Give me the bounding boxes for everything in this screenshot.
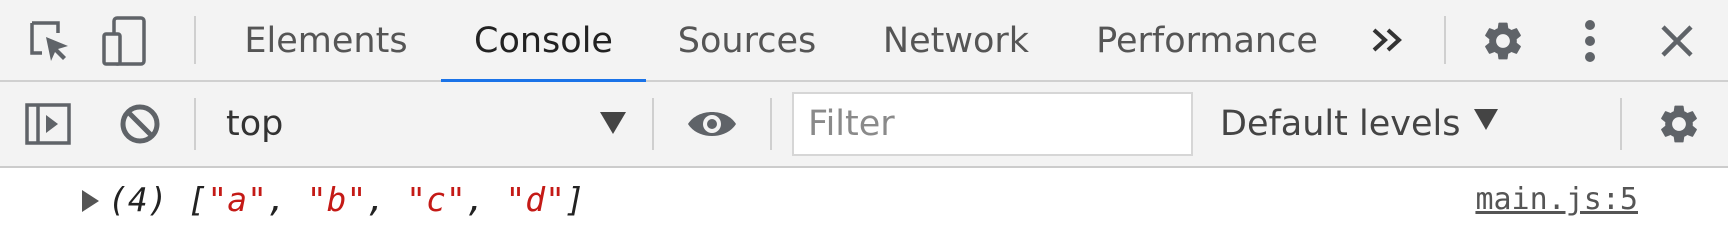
console-toolbar: top Default levels	[0, 82, 1728, 168]
array-item: "c"	[406, 180, 466, 219]
open-bracket: [	[187, 180, 208, 219]
close-bracket: ]	[565, 180, 585, 219]
gear-icon[interactable]	[1476, 16, 1530, 66]
tab-elements[interactable]: Elements	[240, 0, 412, 82]
console-array-preview[interactable]: (4) ["a", "b", "c", "d"]	[108, 180, 585, 219]
console-output: (4) ["a", "b", "c", "d"] main.js:5	[0, 168, 1728, 236]
device-toolbar-icon[interactable]	[98, 12, 150, 70]
array-item: "d"	[505, 180, 566, 219]
toolbar-divider	[770, 98, 772, 150]
dropdown-arrow-icon	[1474, 108, 1499, 130]
log-levels-dropdown[interactable]: Default levels	[1220, 82, 1499, 166]
toolbar-divider	[652, 98, 654, 150]
expand-triangle-icon[interactable]	[82, 190, 99, 212]
log-levels-label: Default levels	[1220, 104, 1461, 144]
kebab-menu-icon[interactable]	[1570, 16, 1610, 66]
console-message: (4) ["a", "b", "c", "d"] main.js:5	[0, 168, 1728, 236]
toolbar-divider	[194, 16, 196, 64]
array-length: (4)	[108, 180, 168, 219]
tab-sources[interactable]: Sources	[672, 0, 822, 82]
array-item: "a"	[207, 180, 267, 219]
toolbar-divider	[1444, 16, 1446, 64]
inspect-element-icon[interactable]	[22, 14, 78, 68]
context-label: top	[226, 104, 284, 144]
devtools-tabbar: Elements Console Sources Network Perform…	[0, 0, 1728, 84]
sidebar-toggle-icon[interactable]	[22, 100, 74, 148]
gear-icon[interactable]	[1652, 98, 1706, 150]
array-item: "b"	[306, 180, 367, 219]
toolbar-divider	[194, 98, 196, 150]
eye-icon[interactable]	[684, 100, 740, 148]
separator: ,	[465, 180, 506, 219]
toolbar-divider	[1620, 98, 1622, 150]
tab-console[interactable]: Console	[441, 0, 646, 84]
clear-console-icon[interactable]	[114, 100, 166, 148]
dropdown-arrow-icon	[600, 112, 626, 134]
separator: ,	[366, 180, 407, 219]
close-icon[interactable]	[1652, 18, 1702, 64]
filter-input[interactable]	[792, 92, 1193, 156]
separator: ,	[266, 180, 307, 219]
source-link[interactable]: main.js:5	[1475, 182, 1638, 217]
chevron-double-right-icon[interactable]	[1366, 20, 1410, 60]
devtools-panel: Elements Console Sources Network Perform…	[0, 0, 1728, 236]
tab-performance[interactable]: Performance	[1092, 0, 1322, 82]
context-selector[interactable]: top	[200, 82, 640, 166]
tab-network[interactable]: Network	[876, 0, 1036, 82]
